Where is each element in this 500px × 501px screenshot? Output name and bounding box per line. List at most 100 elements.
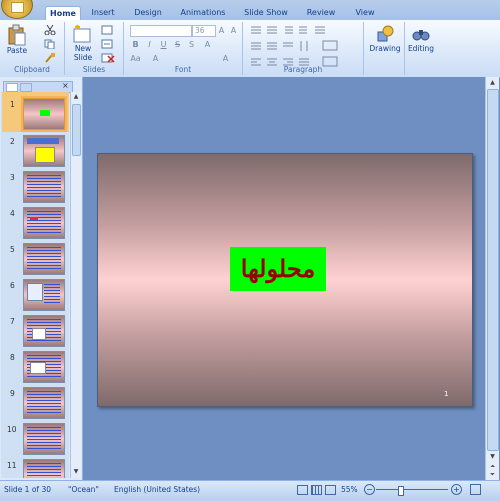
zoom-out-icon[interactable]: − bbox=[364, 484, 375, 495]
slide-number: 9 bbox=[10, 389, 15, 398]
zoom-level[interactable]: 55% bbox=[341, 485, 358, 494]
paste-icon bbox=[8, 24, 26, 46]
change-case-icon[interactable]: Aa bbox=[130, 54, 141, 64]
zoom-in-icon[interactable]: + bbox=[451, 484, 462, 495]
main-scroll-thumb[interactable] bbox=[487, 89, 499, 451]
slide-thumbnail-5[interactable] bbox=[23, 243, 65, 275]
tab-insert[interactable]: Insert bbox=[86, 6, 120, 20]
editing-button[interactable]: Editing bbox=[406, 24, 436, 68]
ribbon: Paste Clipboard New Slide Slides 36 A A … bbox=[0, 20, 500, 78]
slides-group-label: Slides bbox=[82, 65, 106, 74]
paste-button[interactable]: Paste bbox=[4, 24, 30, 62]
shadow-icon[interactable]: S bbox=[186, 40, 197, 50]
theme-name: "Ocean" bbox=[68, 485, 99, 494]
paste-label: Paste bbox=[6, 46, 28, 55]
slide-number: 11 bbox=[7, 461, 17, 470]
fit-to-window-icon[interactable] bbox=[470, 484, 481, 495]
paragraph-group: Paragraph bbox=[243, 22, 364, 75]
slide-thumbnail-6[interactable] bbox=[23, 279, 65, 311]
slide-number: 1 bbox=[10, 100, 15, 109]
reset-icon[interactable] bbox=[101, 39, 115, 49]
italic-icon[interactable]: I bbox=[144, 40, 155, 50]
bold-icon[interactable]: B bbox=[130, 40, 141, 50]
scroll-down-icon[interactable]: ▼ bbox=[72, 468, 80, 476]
new-slide-button[interactable]: New Slide bbox=[68, 24, 98, 66]
cut-icon[interactable] bbox=[44, 25, 56, 35]
outline-tab-icon[interactable] bbox=[20, 83, 32, 92]
scroll-down-icon[interactable]: ▼ bbox=[488, 453, 497, 461]
panel-scroll-thumb[interactable] bbox=[72, 104, 81, 156]
current-slide[interactable]: محلولها 1 bbox=[97, 153, 473, 407]
layout-icon[interactable] bbox=[101, 25, 115, 35]
shrink-font-icon[interactable]: A bbox=[228, 26, 239, 36]
tab-slide-show[interactable]: Slide Show bbox=[239, 6, 293, 20]
close-panel-icon[interactable]: × bbox=[62, 81, 69, 90]
slide-number: 3 bbox=[10, 173, 15, 182]
slide-number: 6 bbox=[10, 281, 15, 290]
tab-design[interactable]: Design bbox=[128, 6, 168, 20]
slide-thumbnail-10[interactable] bbox=[23, 423, 65, 455]
slide-number: 10 bbox=[7, 425, 17, 434]
slide-number: 7 bbox=[10, 317, 15, 326]
zoom-slider-thumb[interactable] bbox=[398, 486, 404, 496]
slide-thumbnail-11[interactable] bbox=[23, 459, 65, 478]
status-bar: Slide 1 of 30 "Ocean" English (United St… bbox=[0, 480, 500, 501]
slide-number: 2 bbox=[10, 137, 15, 146]
font-group-label: Font bbox=[174, 65, 192, 74]
next-slide-icon[interactable]: ⏷ bbox=[488, 471, 497, 478]
font-name-field[interactable] bbox=[130, 25, 192, 37]
paragraph-icons[interactable] bbox=[249, 25, 359, 67]
slide-number: 8 bbox=[10, 353, 15, 362]
grow-font-icon[interactable]: A bbox=[216, 26, 227, 36]
editing-label: Editing bbox=[407, 44, 435, 53]
slide-sorter-icon[interactable] bbox=[311, 485, 322, 495]
main-scrollbar[interactable]: ▲ ▼ ⏶ ⏷ bbox=[485, 77, 499, 480]
slide-thumbnails: 1 2 3 4 5 6 7 8 9 10 11 bbox=[1, 92, 69, 478]
paragraph-group-label: Paragraph bbox=[283, 65, 323, 74]
tab-home[interactable]: Home bbox=[45, 6, 81, 21]
format-painter-icon[interactable] bbox=[44, 53, 56, 63]
new-slide-icon bbox=[73, 24, 91, 43]
slide-thumbnail-3[interactable] bbox=[23, 171, 65, 203]
scroll-up-icon[interactable]: ▲ bbox=[72, 93, 80, 101]
clear-formatting-icon[interactable]: A bbox=[220, 54, 231, 64]
slide-title[interactable]: محلولها bbox=[230, 247, 326, 291]
slides-group: New Slide Slides bbox=[65, 22, 124, 75]
strikethrough-icon[interactable]: S bbox=[172, 40, 183, 50]
slide-position: Slide 1 of 30 bbox=[4, 485, 51, 494]
scroll-up-icon[interactable]: ▲ bbox=[488, 79, 497, 87]
panel-scrollbar[interactable]: ▲ ▼ bbox=[70, 92, 81, 478]
tab-view[interactable]: View bbox=[348, 6, 382, 20]
slide-thumbnail-4[interactable] bbox=[23, 207, 65, 239]
binoculars-icon bbox=[412, 30, 430, 41]
character-spacing-icon[interactable]: A bbox=[202, 40, 213, 50]
language[interactable]: English (United States) bbox=[114, 485, 200, 494]
shapes-icon bbox=[377, 25, 394, 42]
slide-thumbnail-2[interactable] bbox=[23, 135, 65, 167]
previous-slide-icon[interactable]: ⏶ bbox=[488, 463, 497, 470]
slide-thumbnail-9[interactable] bbox=[23, 387, 65, 419]
font-size-field[interactable]: 36 bbox=[192, 25, 216, 37]
font-group: 36 A A B I U S S A Aa A A Font bbox=[124, 22, 243, 75]
delete-slide-icon[interactable] bbox=[101, 53, 115, 63]
quick-access-icon[interactable] bbox=[30, 2, 44, 7]
tab-review[interactable]: Review bbox=[301, 6, 341, 20]
zoom-slider[interactable] bbox=[376, 489, 448, 490]
slide-show-icon[interactable] bbox=[325, 485, 336, 495]
drawing-label: Drawing bbox=[369, 44, 401, 53]
slide-thumbnail-8[interactable] bbox=[23, 351, 65, 383]
drawing-button[interactable]: Drawing bbox=[368, 24, 402, 68]
clipboard-group-label: Clipboard bbox=[14, 65, 50, 74]
new-slide-label: New Slide bbox=[73, 44, 93, 62]
slide-number-footer: 1 bbox=[444, 390, 449, 398]
font-color-icon[interactable]: A bbox=[150, 54, 161, 64]
slide-number: 4 bbox=[10, 209, 15, 218]
normal-view-icon[interactable] bbox=[297, 485, 308, 495]
slide-thumbnail-7[interactable] bbox=[23, 315, 65, 347]
copy-icon[interactable] bbox=[44, 39, 56, 49]
underline-icon[interactable]: U bbox=[158, 40, 169, 50]
slides-tab-icon[interactable] bbox=[6, 83, 18, 92]
tab-animations[interactable]: Animations bbox=[175, 6, 231, 20]
drawing-group: Drawing bbox=[366, 22, 405, 75]
slide-thumbnail-1[interactable] bbox=[23, 98, 65, 130]
